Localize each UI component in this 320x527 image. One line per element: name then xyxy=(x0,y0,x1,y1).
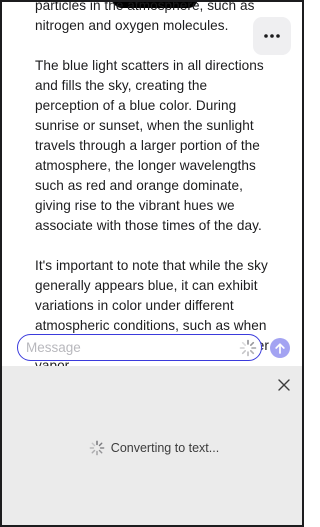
arrow-up-icon xyxy=(275,342,285,354)
spinner-icon xyxy=(239,339,257,357)
close-icon xyxy=(278,379,290,391)
spinner-icon xyxy=(89,440,105,456)
response-paragraph-2: The blue light scatters in all direction… xyxy=(35,58,264,233)
dictation-panel: Converting to text... xyxy=(2,366,302,525)
message-input[interactable] xyxy=(26,338,226,356)
close-button[interactable] xyxy=(276,377,292,393)
more-options-button[interactable] xyxy=(253,17,291,55)
response-paragraph-1: particles in the atmosphere, such as nit… xyxy=(35,0,255,33)
message-input-container[interactable] xyxy=(17,334,262,361)
ellipsis-icon xyxy=(264,34,280,38)
send-button[interactable] xyxy=(270,338,290,358)
dictation-status: Converting to text... xyxy=(2,440,302,456)
screen: particles in the atmosphere, such as nit… xyxy=(0,0,304,527)
dictation-status-label: Converting to text... xyxy=(110,441,220,455)
